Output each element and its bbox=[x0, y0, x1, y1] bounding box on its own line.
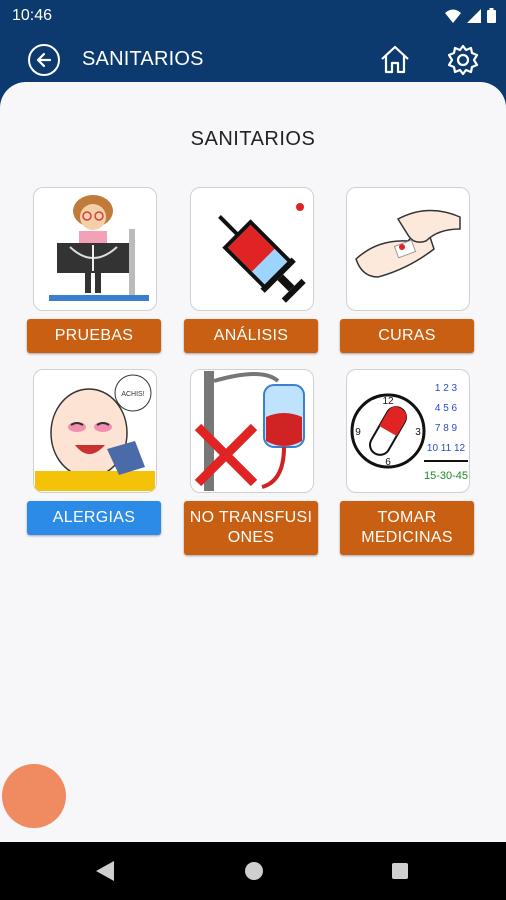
nav-recent-icon[interactable] bbox=[392, 863, 408, 879]
svg-text:12: 12 bbox=[382, 396, 394, 407]
svg-text:9: 9 bbox=[355, 427, 361, 438]
bandage-icon bbox=[346, 187, 470, 311]
app-title: SANITARIOS bbox=[82, 48, 204, 70]
calendar-row: 10 11 12 bbox=[427, 443, 466, 454]
system-nav-bar bbox=[0, 842, 506, 900]
calendar-bottom: 15-30-45 bbox=[424, 470, 468, 482]
tile-pruebas[interactable]: PRUEBAS bbox=[27, 187, 161, 353]
tile-no-transfusiones[interactable]: NO TRANSFUSI ONES bbox=[184, 369, 318, 555]
tile-analisis[interactable]: ANÁLISIS bbox=[184, 187, 318, 353]
xray-icon bbox=[33, 187, 157, 311]
status-bar: 10:46 bbox=[0, 0, 506, 32]
content-panel: SANITARIOS PRUEBAS ANÁLISIS CURAS ACHIS!… bbox=[0, 82, 506, 842]
settings-button[interactable] bbox=[446, 43, 480, 77]
tile-label: TOMAR MEDICINAS bbox=[340, 501, 474, 555]
nav-home-icon[interactable] bbox=[245, 862, 263, 880]
home-icon bbox=[381, 45, 409, 74]
tile-label: PRUEBAS bbox=[27, 319, 161, 353]
tile-label: ALERGIAS bbox=[27, 501, 161, 535]
floating-action-button[interactable] bbox=[2, 764, 66, 828]
tile-label: CURAS bbox=[340, 319, 474, 353]
sneeze-icon: ACHIS! bbox=[33, 369, 157, 493]
section-title: SANITARIOS bbox=[190, 128, 316, 150]
tile-alergias[interactable]: ACHIS! ALERGIAS bbox=[27, 369, 161, 535]
battery-icon bbox=[487, 8, 496, 23]
home-button[interactable] bbox=[378, 43, 412, 77]
back-button[interactable] bbox=[28, 44, 60, 76]
arrow-left-icon bbox=[36, 52, 52, 68]
signal-icon bbox=[467, 8, 481, 23]
pill-clock-icon: 12 3 6 9 1 2 3 4 5 6 7 8 9 10 11 12 15-3… bbox=[346, 369, 470, 493]
calendar-row: 7 8 9 bbox=[435, 423, 458, 434]
tile-tomar-medicinas[interactable]: 12 3 6 9 1 2 3 4 5 6 7 8 9 10 11 12 15-3… bbox=[340, 369, 474, 555]
gear-icon bbox=[447, 44, 479, 76]
tile-label: NO TRANSFUSI ONES bbox=[184, 501, 318, 555]
no-transfusion-icon bbox=[190, 369, 314, 493]
wifi-icon bbox=[445, 9, 461, 23]
sneeze-bubble-text: ACHIS! bbox=[121, 391, 144, 398]
nav-back-icon[interactable] bbox=[96, 861, 114, 881]
svg-text:6: 6 bbox=[385, 457, 391, 468]
calendar-row: 4 5 6 bbox=[435, 403, 458, 414]
tile-label: ANÁLISIS bbox=[184, 319, 318, 353]
tile-curas[interactable]: CURAS bbox=[340, 187, 474, 353]
svg-text:3: 3 bbox=[415, 427, 421, 438]
status-icons bbox=[445, 8, 496, 23]
calendar-row: 1 2 3 bbox=[435, 383, 458, 394]
syringe-icon bbox=[190, 187, 314, 311]
status-time: 10:46 bbox=[12, 7, 53, 24]
